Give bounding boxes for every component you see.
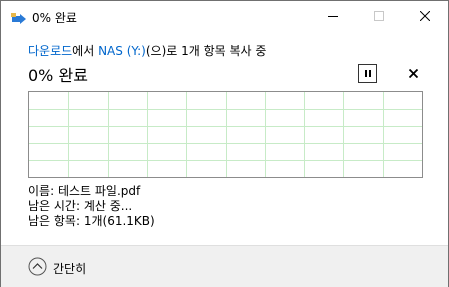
window-title: 0% 완료	[32, 11, 77, 25]
destination-link[interactable]: NAS (Y:)	[98, 44, 146, 58]
maximize-icon	[374, 11, 384, 21]
cancel-copy-button[interactable]	[404, 64, 423, 83]
maximize-button	[356, 1, 402, 31]
footer: 간단히	[1, 245, 448, 287]
chevron-up-icon[interactable]	[28, 257, 47, 276]
to-suffix: (으)로 1개 항목 복사 중	[145, 44, 267, 58]
from-suffix: 에서	[72, 44, 99, 58]
title-bar[interactable]: 0% 완료	[1, 1, 448, 31]
copy-file-icon	[11, 10, 27, 24]
minimize-button[interactable]	[310, 1, 356, 31]
transfer-speed-graph	[28, 91, 423, 178]
cancel-icon	[409, 69, 418, 78]
pause-button[interactable]	[358, 64, 377, 83]
source-folder-link[interactable]: 다운로드	[28, 44, 72, 58]
fewer-details-button[interactable]: 간단히	[53, 260, 86, 277]
file-name-line: 이름: 테스트 파일.pdf	[28, 184, 141, 198]
copy-details: 이름: 테스트 파일.pdf 남은 시간: 계산 중... 남은 항목: 1개(…	[28, 184, 155, 229]
pause-icon	[364, 70, 367, 77]
items-remaining-line: 남은 항목: 1개(61.1KB)	[28, 214, 155, 228]
close-icon	[420, 11, 430, 21]
minimize-icon	[328, 16, 338, 17]
window-close-button[interactable]	[402, 1, 448, 31]
copy-progress-window: 0% 완료 다운로드에서 NAS (Y:)(으)로 1개 항목 복사 중 0% …	[0, 0, 449, 287]
progress-status: 0% 완료	[28, 66, 88, 85]
graph-grid	[29, 92, 422, 177]
time-remaining-line: 남은 시간: 계산 중...	[28, 199, 133, 213]
copy-description: 다운로드에서 NAS (Y:)(으)로 1개 항목 복사 중	[28, 42, 266, 59]
